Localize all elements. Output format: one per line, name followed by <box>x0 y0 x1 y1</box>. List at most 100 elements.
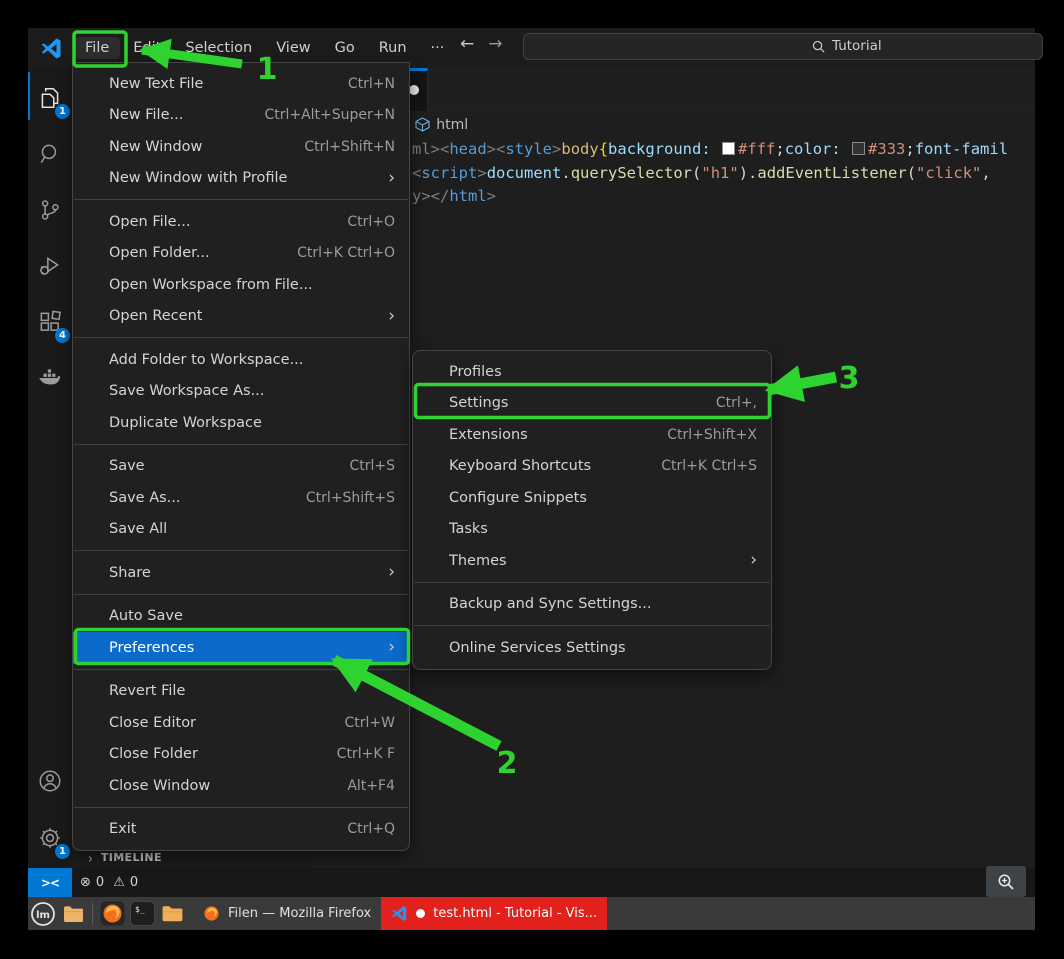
file-menu-item-share[interactable]: Share› <box>73 557 409 589</box>
code-token: background: <box>608 140 711 158</box>
search-view-icon <box>37 141 63 167</box>
menu-separator <box>414 582 770 583</box>
code-token: ml> <box>412 140 440 158</box>
error-icon: ⊗ <box>80 875 91 890</box>
menubar-item-run[interactable]: Run <box>368 37 418 59</box>
menu-item-label: Open Workspace from File... <box>109 277 395 293</box>
file-menu-item-save-all[interactable]: Save All <box>73 514 409 546</box>
sidebar-item-search[interactable] <box>28 126 72 182</box>
firefox-launcher[interactable] <box>97 897 127 930</box>
preferences-item-configure-snippets[interactable]: Configure Snippets <box>413 482 771 514</box>
files-app-launcher[interactable] <box>58 897 88 930</box>
menubar-item-selection[interactable]: Selection <box>174 37 263 59</box>
file-menu-item-duplicate-workspace[interactable]: Duplicate Workspace <box>73 407 409 439</box>
settings-gear-button[interactable]: 1 <box>28 810 72 866</box>
taskbar-window-filen-mozilla-fire[interactable]: Filen — Mozilla Firefox <box>193 897 381 930</box>
preferences-item-settings[interactable]: SettingsCtrl+, <box>413 388 771 420</box>
file-menu-item-close-editor[interactable]: Close EditorCtrl+W <box>73 707 409 739</box>
menu-item-label: Backup and Sync Settings... <box>449 596 757 612</box>
color-swatch[interactable] <box>852 142 865 155</box>
zoom-tool-button[interactable] <box>986 866 1026 897</box>
file-menu-item-new-window-with-profile[interactable]: New Window with Profile› <box>73 163 409 195</box>
file-menu-dropdown: New Text FileCtrl+NNew File...Ctrl+Alt+S… <box>72 62 410 851</box>
screen: FileEditSelectionViewGoRun··· ← → Tutori… <box>0 0 1064 959</box>
sidebar-item-run-debug[interactable] <box>28 238 72 294</box>
file-menu-item-new-window[interactable]: New WindowCtrl+Shift+N <box>73 131 409 163</box>
menu-item-label: Preferences <box>109 640 378 656</box>
file-menu-item-open-recent[interactable]: Open Recent› <box>73 301 409 333</box>
file-menu-item-add-folder-to-workspace[interactable]: Add Folder to Workspace... <box>73 344 409 376</box>
preferences-item-profiles[interactable]: Profiles <box>413 356 771 388</box>
code-token: < <box>440 140 449 158</box>
menu-item-label: Extensions <box>449 427 667 443</box>
sidebar-item-explorer[interactable]: 1 <box>28 70 72 126</box>
code-area[interactable]: ml><head><style>body{background: #fff;co… <box>313 138 1035 258</box>
menu-item-label: Open Folder... <box>109 245 297 261</box>
menubar-item-view[interactable]: View <box>265 37 321 59</box>
menu-item-label: Configure Snippets <box>449 490 757 506</box>
mint-menu-button[interactable]: lm <box>28 897 58 930</box>
code-line-3: y></html> <box>313 185 1035 209</box>
code-token: > <box>477 164 486 182</box>
menu-item-shortcut: Ctrl+K F <box>337 746 395 762</box>
magnifier-plus-icon <box>997 873 1015 891</box>
linux-mint-icon: lm <box>30 901 56 927</box>
modified-dot-icon <box>416 909 425 918</box>
back-arrow-icon[interactable]: ← <box>460 34 474 54</box>
forward-arrow-icon[interactable]: → <box>488 34 502 54</box>
breadcrumb-item-html[interactable]: html <box>436 117 468 133</box>
file-menu-item-save[interactable]: SaveCtrl+S <box>73 451 409 483</box>
preferences-item-extensions[interactable]: ExtensionsCtrl+Shift+X <box>413 419 771 451</box>
folder-launcher[interactable] <box>157 897 187 930</box>
menu-item-label: Open Recent <box>109 308 378 324</box>
file-menu-item-exit[interactable]: ExitCtrl+Q <box>73 814 409 846</box>
file-menu-item-save-as[interactable]: Save As...Ctrl+Shift+S <box>73 482 409 514</box>
color-swatch[interactable] <box>722 142 735 155</box>
file-menu-item-new-text-file[interactable]: New Text FileCtrl+N <box>73 68 409 100</box>
preferences-item-backup-and-sync-settings[interactable]: Backup and Sync Settings... <box>413 589 771 621</box>
menu-item-shortcut: Ctrl+Q <box>347 821 395 837</box>
code-token: y> <box>412 187 431 205</box>
menubar-item-go[interactable]: Go <box>324 37 366 59</box>
terminal-launcher[interactable]: $_ <box>127 897 157 930</box>
file-menu-item-save-workspace-as[interactable]: Save Workspace As... <box>73 376 409 408</box>
problems-status[interactable]: ⊗ 0 ⚠ 0 <box>80 868 138 897</box>
menubar-item-edit[interactable]: Edit <box>122 37 172 59</box>
code-token: ( <box>907 164 916 182</box>
file-menu-item-revert-file[interactable]: Revert File <box>73 676 409 708</box>
file-menu-item-open-workspace-from-file[interactable]: Open Workspace from File... <box>73 269 409 301</box>
file-menu-item-new-file[interactable]: New File...Ctrl+Alt+Super+N <box>73 100 409 132</box>
symbol-cube-icon <box>415 117 430 132</box>
preferences-item-themes[interactable]: Themes› <box>413 545 771 577</box>
menu-separator <box>74 199 408 200</box>
menubar-item-[interactable]: ··· <box>420 37 456 59</box>
code-token: #fff <box>738 140 775 158</box>
sidebar-item-source-control[interactable] <box>28 182 72 238</box>
breadcrumb: › html <box>313 111 1035 138</box>
remote-indicator[interactable]: >< <box>28 868 72 897</box>
file-menu-item-open-file[interactable]: Open File...Ctrl+O <box>73 206 409 238</box>
file-menu-item-auto-save[interactable]: Auto Save <box>73 601 409 633</box>
sidebar-item-extensions[interactable]: 4 <box>28 294 72 350</box>
menu-item-label: Save Workspace As... <box>109 383 395 399</box>
preferences-item-keyboard-shortcuts[interactable]: Keyboard ShortcutsCtrl+K Ctrl+S <box>413 451 771 483</box>
taskbar-window-test-html-tutorial[interactable]: test.html - Tutorial - Vis... <box>381 897 607 930</box>
firefox-icon <box>100 901 125 926</box>
vscode-icon <box>391 905 408 922</box>
accounts-button[interactable] <box>28 753 72 809</box>
submenu-chevron-icon: › <box>388 639 395 656</box>
command-center-search[interactable]: Tutorial <box>523 33 1043 60</box>
menu-item-label: Save <box>109 458 349 474</box>
file-menu-item-open-folder[interactable]: Open Folder...Ctrl+K Ctrl+O <box>73 238 409 270</box>
taskbar-separator <box>92 903 93 925</box>
preferences-item-online-services-settings[interactable]: Online Services Settings <box>413 632 771 664</box>
file-menu-item-close-window[interactable]: Close WindowAlt+F4 <box>73 770 409 802</box>
menu-separator <box>74 337 408 338</box>
file-menu-item-preferences[interactable]: Preferences › <box>73 632 409 664</box>
sidebar-item-docker[interactable] <box>28 350 72 406</box>
preferences-item-tasks[interactable]: Tasks <box>413 514 771 546</box>
code-token: ; <box>775 140 784 158</box>
menu-item-label: Open File... <box>109 214 347 230</box>
menubar-item-file[interactable]: File <box>74 37 120 59</box>
file-menu-item-close-folder[interactable]: Close FolderCtrl+K F <box>73 739 409 771</box>
